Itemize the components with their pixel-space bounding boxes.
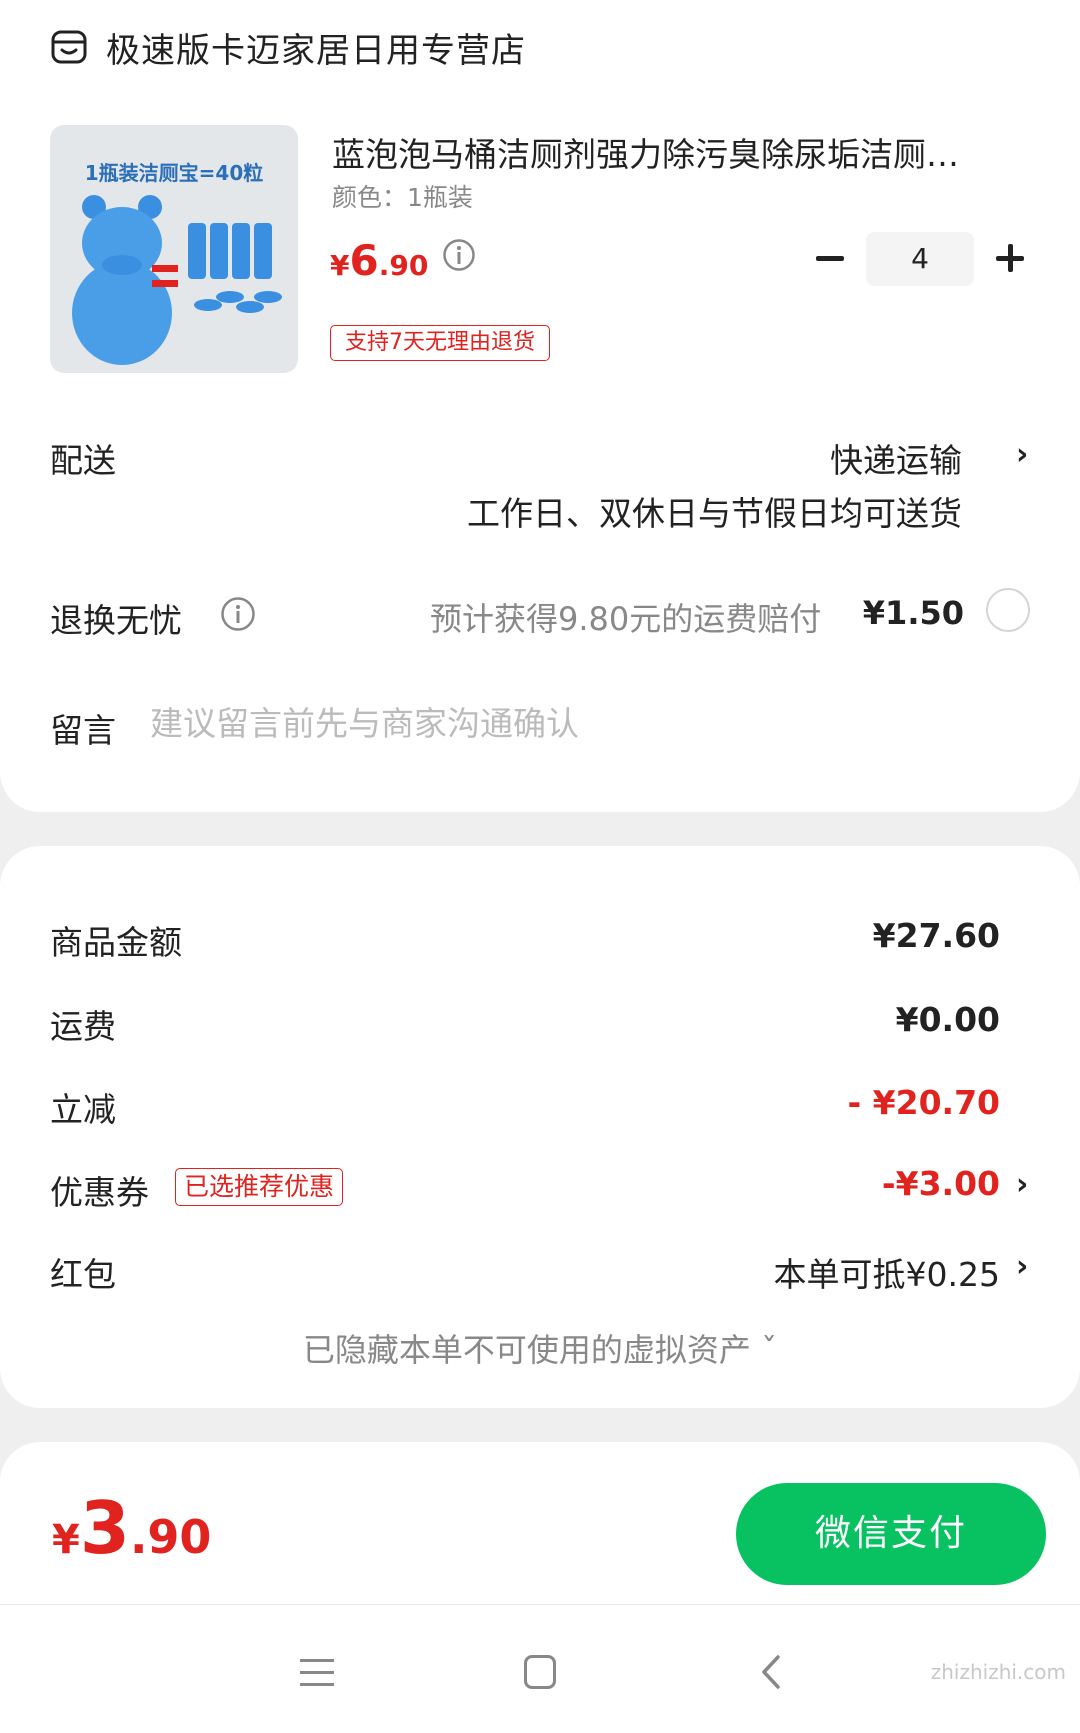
unit-price-integer: 6 <box>349 236 379 285</box>
product-illustration <box>72 195 282 365</box>
coupon-value[interactable]: -¥3.00 <box>882 1164 1000 1203</box>
return-service-radio[interactable] <box>986 588 1030 632</box>
memo-input[interactable] <box>150 704 1010 743</box>
menu-icon[interactable] <box>300 1659 334 1687</box>
info-icon[interactable] <box>220 596 256 632</box>
delivery-label: 配送 <box>50 441 116 480</box>
hidden-assets-toggle[interactable]: 已隐藏本单不可使用的虚拟资产 ˇ <box>0 1325 1080 1371</box>
coupon-recommended-tag: 已选推荐优惠 <box>175 1168 344 1206</box>
shop-name: 极速版卡迈家居日用专营店 <box>106 30 526 71</box>
total-currency: ¥ <box>52 1517 80 1563</box>
shop-icon <box>51 30 87 64</box>
coupon-label: 优惠券 <box>50 1173 149 1212</box>
system-nav-bar <box>0 1604 1080 1733</box>
product-image[interactable]: 1瓶装洁厕宝=40粒 <box>50 125 298 373</box>
info-icon[interactable] <box>442 238 476 272</box>
quantity-decrease-button[interactable] <box>812 240 848 276</box>
quantity-increase-button[interactable] <box>992 240 1028 276</box>
watermark: zhizhizhi.com <box>930 1660 1066 1684</box>
goods-amount-label: 商品金额 <box>50 923 182 962</box>
unit-price-decimal: .90 <box>378 249 429 282</box>
return-service-label: 退换无忧 <box>50 601 182 640</box>
return-service-price: ¥1.50 <box>862 594 964 632</box>
shipping-value: ¥0.00 <box>895 1000 1000 1039</box>
goods-amount-value: ¥27.60 <box>872 916 1000 955</box>
unit-price: ¥6.90 <box>330 236 428 285</box>
wechat-pay-button[interactable]: 微信支付 <box>736 1483 1046 1585</box>
order-item-card: 极速版卡迈家居日用专营店 1瓶装洁厕宝=40粒 蓝泡泡马桶洁厕剂强力除污臭除尿垢… <box>0 0 1080 812</box>
shipping-label: 运费 <box>50 1007 116 1046</box>
discount-label: 立减 <box>50 1090 116 1129</box>
red-packet-value[interactable]: 本单可抵¥0.25 <box>774 1248 1000 1296</box>
red-packet-label: 红包 <box>50 1255 116 1294</box>
total-price: ¥3.90 <box>52 1486 211 1570</box>
delivery-note: 工作日、双休日与节假日均可送货 <box>467 494 962 533</box>
back-icon[interactable] <box>754 1653 788 1691</box>
quantity-input[interactable]: 4 <box>866 232 974 286</box>
delivery-method[interactable]: 快递运输 <box>830 434 962 482</box>
shop-header[interactable]: 极速版卡迈家居日用专营店 <box>50 22 526 72</box>
return-service-description: 预计获得9.80元的运费赔付 <box>430 600 822 638</box>
product-title[interactable]: 蓝泡泡马桶洁厕剂强力除污臭除尿垢洁厕… <box>332 128 1032 176</box>
chevron-right-icon[interactable]: › <box>1016 440 1034 470</box>
product-variant[interactable]: 颜色：1瓶装 <box>332 178 473 214</box>
unit-price-currency: ¥ <box>330 249 350 282</box>
return-policy-tag: 支持7天无理由退货 <box>330 325 550 361</box>
total-integer: 3 <box>79 1486 130 1570</box>
chevron-right-icon[interactable]: › <box>1016 1252 1034 1282</box>
chevron-right-icon[interactable]: › <box>1016 1170 1034 1200</box>
home-icon[interactable] <box>524 1655 556 1689</box>
discount-value: - ¥20.70 <box>847 1083 1000 1122</box>
total-decimal: .90 <box>129 1510 212 1564</box>
memo-label: 留言 <box>50 711 116 750</box>
